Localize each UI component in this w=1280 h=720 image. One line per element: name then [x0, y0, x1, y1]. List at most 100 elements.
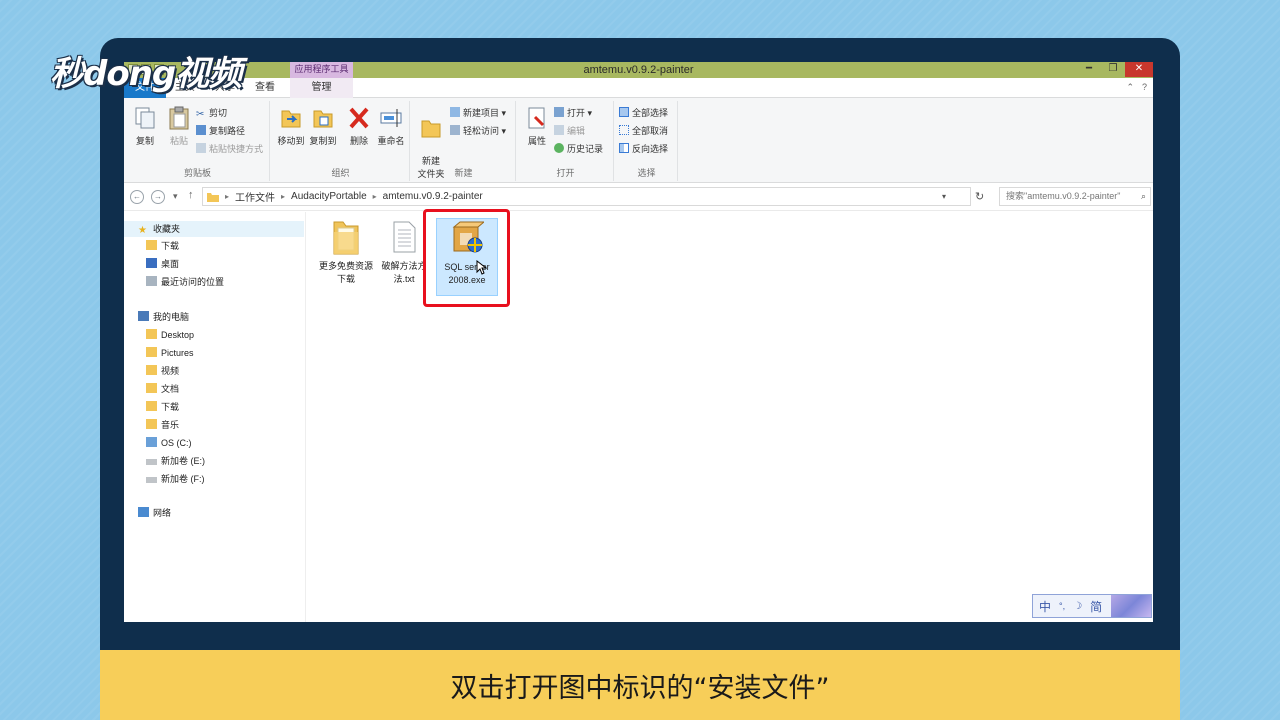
- new-item-button[interactable]: 新建项目 ▾: [450, 105, 506, 121]
- nav-favorites[interactable]: ★ 收藏夹: [124, 221, 304, 237]
- paste-button[interactable]: 粘贴: [162, 105, 196, 147]
- nav-item-desktop-fav[interactable]: 桌面: [146, 256, 179, 272]
- organize-group-label: 组织: [331, 168, 350, 178]
- address-bar: ← → ▾ ↑ ▸ 工作文件 ▸ AudacityPortable ▸ amte…: [124, 183, 1153, 211]
- copy-path-button[interactable]: 复制路径: [196, 123, 245, 139]
- nav-item-music[interactable]: 音乐: [146, 417, 179, 433]
- select-all-icon: [619, 107, 629, 117]
- new-item-icon: [450, 107, 460, 117]
- copy-to-button[interactable]: 复制到: [306, 105, 340, 147]
- nav-item-recent-places[interactable]: 最近访问的位置: [146, 274, 224, 290]
- invert-selection-icon: [619, 143, 629, 153]
- easy-access-button[interactable]: 轻松访问 ▾: [450, 123, 506, 139]
- select-none-label: 全部取消: [632, 126, 669, 136]
- ime-toolbar[interactable]: 中 °, ☽ 简: [1032, 594, 1152, 618]
- computer-icon: [138, 311, 149, 321]
- star-icon: ★: [138, 225, 147, 236]
- path-box[interactable]: ▸ 工作文件 ▸ AudacityPortable ▸ amtemu.v0.9.…: [202, 187, 971, 206]
- ime-punct-label[interactable]: °,: [1059, 601, 1065, 611]
- moon-icon[interactable]: ☽: [1073, 601, 1082, 612]
- breadcrumb-separator: ▸: [281, 192, 286, 201]
- nav-item-documents[interactable]: 文档: [146, 381, 179, 397]
- nav-label: 桌面: [161, 259, 180, 269]
- copy-to-label: 复制到: [309, 136, 337, 146]
- breadcrumb-audacity-portable[interactable]: AudacityPortable: [291, 191, 367, 202]
- ime-variant-label[interactable]: 简: [1090, 598, 1102, 615]
- paste-label: 粘贴: [169, 136, 188, 146]
- title-bar[interactable]: 应用程序工具 amtemu.v0.9.2-painter ━ ❐ ✕: [124, 62, 1153, 78]
- history-button[interactable]: 历史记录: [554, 141, 603, 157]
- nav-item-drive-e[interactable]: 新加卷 (E:): [146, 453, 205, 469]
- edit-button[interactable]: 编辑: [554, 123, 585, 139]
- nav-item-drive-c[interactable]: OS (C:): [146, 435, 192, 451]
- properties-button[interactable]: 属性: [520, 105, 554, 147]
- open-label: 打开: [567, 108, 586, 118]
- minimize-button[interactable]: ━: [1077, 62, 1101, 77]
- windows-drive-icon: [146, 437, 157, 447]
- file-item-folder[interactable]: 更多免费资源下载: [315, 218, 377, 286]
- search-icon[interactable]: ⌕: [1141, 188, 1146, 205]
- ribbon-group-organize: 移动到 复制到 删除 重命名 组织: [272, 101, 410, 181]
- invert-selection-label: 反向选择: [632, 144, 669, 154]
- breadcrumb-work-files[interactable]: 工作文件: [235, 189, 275, 204]
- window-title: amtemu.v0.9.2-painter: [583, 64, 694, 76]
- expand-ribbon-icon[interactable]: ⌃: [1126, 82, 1134, 93]
- nav-item-videos[interactable]: 视频: [146, 363, 179, 379]
- nav-item-downloads[interactable]: 下载: [146, 399, 179, 415]
- recent-places-icon: [146, 276, 157, 286]
- select-all-button[interactable]: 全部选择: [619, 105, 668, 121]
- new-item-label: 新建项目: [463, 108, 500, 118]
- nav-label: 最近访问的位置: [161, 277, 225, 287]
- properties-icon: [528, 107, 545, 129]
- nav-label: 视频: [161, 366, 180, 376]
- desktop-icon: [146, 258, 157, 268]
- restore-button[interactable]: ❐: [1101, 62, 1125, 77]
- paste-shortcut-label: 粘贴快捷方式: [209, 144, 264, 154]
- back-button[interactable]: ←: [130, 190, 144, 204]
- invert-selection-button[interactable]: 反向选择: [619, 141, 668, 157]
- open-group-label: 打开: [556, 168, 575, 178]
- nav-label: 音乐: [161, 420, 180, 430]
- copy-icon: [135, 107, 155, 129]
- open-button[interactable]: 打开 ▾: [554, 105, 592, 121]
- forward-button[interactable]: →: [151, 190, 165, 204]
- search-input[interactable]: 搜索"amtemu.v0.9.2-painter" ⌕: [999, 187, 1151, 206]
- path-dropdown-icon[interactable]: ▾: [942, 192, 946, 201]
- edit-label: 编辑: [567, 126, 586, 136]
- nav-item-drive-f[interactable]: 新加卷 (F:): [146, 471, 205, 487]
- folder-icon: [146, 329, 157, 339]
- cut-button[interactable]: ✂ 剪切: [196, 105, 227, 121]
- paste-shortcut-button[interactable]: 粘贴快捷方式: [196, 141, 263, 157]
- copy-path-icon: [196, 125, 206, 135]
- tab-manage[interactable]: 管理: [290, 78, 353, 98]
- folder-path-icon: [207, 192, 219, 202]
- close-button[interactable]: ✕: [1125, 62, 1153, 77]
- easy-access-icon: [450, 125, 460, 135]
- nav-this-pc[interactable]: 我的电脑: [138, 309, 189, 325]
- rename-button[interactable]: 重命名: [374, 105, 408, 147]
- navigation-pane: ★ 收藏夹 下载 桌面 最近访问的位置 我的电脑 Desktop Pictures…: [124, 212, 306, 622]
- help-icon[interactable]: ?: [1142, 82, 1147, 93]
- breadcrumb-amtemu-folder[interactable]: amtemu.v0.9.2-painter: [383, 191, 483, 202]
- paste-shortcut-icon: [196, 143, 206, 153]
- nav-network[interactable]: 网络: [138, 505, 171, 521]
- ime-mode-label[interactable]: 中: [1039, 598, 1051, 615]
- folder-icon: [146, 401, 157, 411]
- delete-label: 删除: [349, 136, 368, 146]
- caption-bar: 双击打开图中标识的“安装文件”: [100, 650, 1180, 720]
- nav-item-desktop[interactable]: Desktop: [146, 327, 194, 343]
- copy-button[interactable]: 复制: [128, 105, 162, 147]
- tab-view[interactable]: 查看: [250, 78, 280, 98]
- breadcrumb-separator: ▸: [225, 192, 230, 201]
- delete-button[interactable]: 删除: [342, 105, 376, 147]
- nav-item-pictures[interactable]: Pictures: [146, 345, 194, 361]
- paste-icon: [169, 106, 189, 130]
- folder-icon: [146, 383, 157, 393]
- scissors-icon: ✂: [196, 109, 205, 120]
- refresh-button[interactable]: ↻: [975, 190, 984, 203]
- recent-locations-button[interactable]: ▾: [173, 191, 178, 202]
- nav-item-downloads-fav[interactable]: 下载: [146, 238, 179, 254]
- move-to-button[interactable]: 移动到: [274, 105, 308, 147]
- up-button[interactable]: ↑: [188, 189, 194, 201]
- select-none-button[interactable]: 全部取消: [619, 123, 668, 139]
